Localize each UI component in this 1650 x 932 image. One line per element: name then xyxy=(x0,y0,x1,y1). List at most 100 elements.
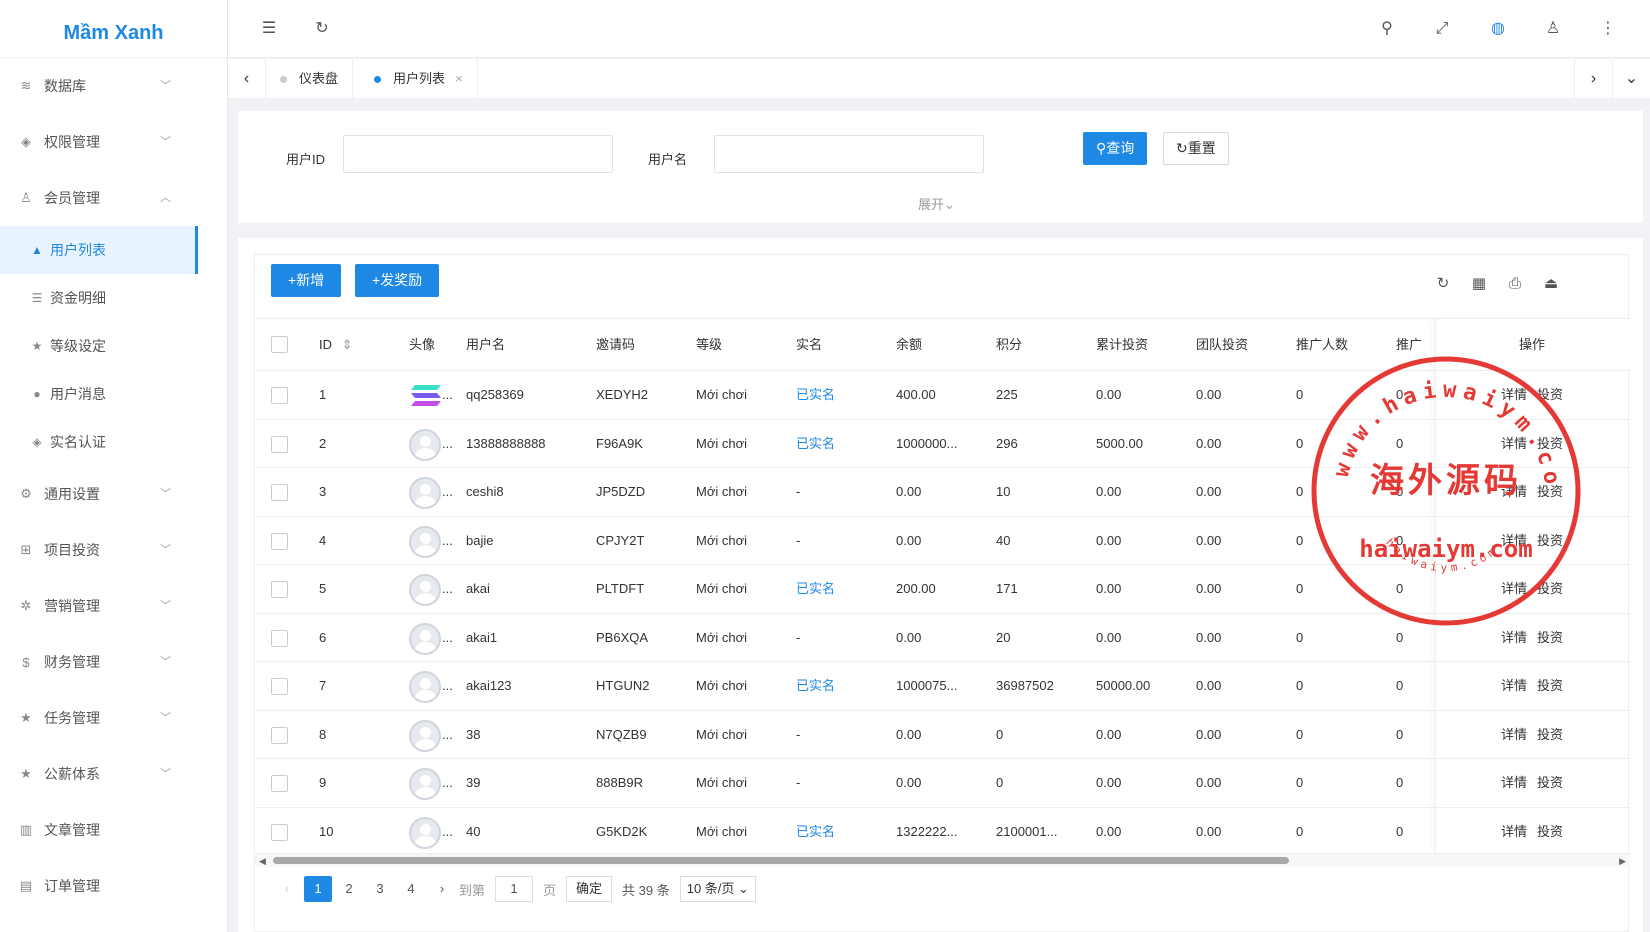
page-2[interactable]: 2 xyxy=(335,876,363,902)
tab-user-list[interactable]: 用户列表 × xyxy=(360,59,478,99)
invest-link[interactable]: 投资 xyxy=(1537,436,1563,451)
export-icon[interactable]: ⏏ xyxy=(1539,272,1563,296)
invest-link[interactable]: 投资 xyxy=(1537,581,1563,596)
tab-dashboard[interactable]: 仪表盘 xyxy=(266,59,354,99)
sort-icon[interactable]: ⇕ xyxy=(342,337,353,352)
column-header-id[interactable]: ID ⇕ xyxy=(319,319,353,371)
table-row[interactable]: 5... akai PLTDFT Mới chơi 已实名 200.00 171 0.00 0.… xyxy=(255,565,1630,614)
more-vertical-icon[interactable]: ⋮ xyxy=(1597,18,1619,40)
scroll-left-icon[interactable]: ◀ xyxy=(259,854,266,868)
table-row[interactable]: 10... 40 G5KD2K Mới chơi 已实名 1322222... 210000… xyxy=(255,808,1630,859)
detail-link[interactable]: 详情 xyxy=(1501,678,1527,693)
invest-link[interactable]: 投资 xyxy=(1537,387,1563,402)
sidebar-item-marketing[interactable]: ✲ 营销管理 ﹀ xyxy=(0,578,227,634)
select-all-checkbox[interactable] xyxy=(271,336,288,353)
table-row[interactable]: 1... qq258369 XEDYH2 Mới chơi 已实名 400.00 225 0.… xyxy=(255,371,1630,420)
page-size-select[interactable]: 10 条/页 ⌄ xyxy=(679,876,756,902)
sidebar-subitem-list[interactable]: ☰ 资金明细 xyxy=(0,274,198,322)
globe-icon[interactable]: ◍ xyxy=(1487,18,1509,40)
refresh-icon[interactable]: ↻ xyxy=(311,18,333,40)
invest-link[interactable]: 投资 xyxy=(1537,727,1563,742)
table-row[interactable]: 2... 13888888888 F96A9K Mới chơi 已实名 1000000.… xyxy=(255,420,1630,471)
detail-link[interactable]: 详情 xyxy=(1501,630,1527,645)
row-checkbox[interactable] xyxy=(271,823,288,841)
table-row[interactable]: 7... akai123 HTGUN2 Mới chơi 已实名 1000075... 36… xyxy=(255,662,1630,711)
user-icon[interactable]: ♙ xyxy=(1542,18,1564,40)
fullscreen-icon[interactable]: ⤢ xyxy=(1431,18,1453,40)
row-checkbox[interactable] xyxy=(271,678,288,695)
tabs-next-icon[interactable]: › xyxy=(1574,59,1612,99)
realname-cell[interactable]: 已实名 xyxy=(796,565,835,616)
sidebar-subitem-user-fill[interactable]: ▲ 用户列表 xyxy=(0,226,198,274)
realname-cell[interactable]: 已实名 xyxy=(796,371,835,422)
row-checkbox[interactable] xyxy=(271,435,288,453)
page-4[interactable]: 4 xyxy=(397,876,425,902)
row-checkbox[interactable] xyxy=(271,581,288,598)
scroll-right-icon[interactable]: ▶ xyxy=(1619,854,1626,868)
row-checkbox[interactable] xyxy=(271,629,288,647)
sidebar-subitem-message[interactable]: ● 用户消息 xyxy=(0,370,198,418)
sidebar-item-stack[interactable]: ≋ 数据库 ﹀ xyxy=(0,58,227,114)
page-3[interactable]: 3 xyxy=(366,876,394,902)
menu-fold-icon[interactable]: ☰ xyxy=(258,18,280,40)
reward-button[interactable]: +发奖励 xyxy=(355,264,440,297)
tabs-prev-icon[interactable]: ‹ xyxy=(228,59,266,99)
row-checkbox[interactable] xyxy=(271,387,288,404)
detail-link[interactable]: 详情 xyxy=(1501,775,1527,790)
table-row[interactable]: 6... akai1 PB6XQA Mới chơi - 0.00 20 0.00 0.00 0 0 xyxy=(255,614,1630,662)
username-input[interactable] xyxy=(714,135,984,173)
invest-link[interactable]: 投资 xyxy=(1537,533,1563,548)
tabs-dropdown-icon[interactable]: ⌄ xyxy=(1612,59,1650,99)
sidebar-item-shield[interactable]: ◈ 权限管理 ﹀ xyxy=(0,114,227,170)
query-button[interactable]: ⚲查询 xyxy=(1083,132,1148,165)
goto-confirm-button[interactable]: 确定 xyxy=(566,876,613,902)
sidebar-subitem-verify[interactable]: ◈ 实名认证 xyxy=(0,418,198,466)
sidebar-item-star[interactable]: ★ 公薪体系 ﹀ xyxy=(0,746,227,802)
goto-page-input[interactable]: 1 xyxy=(495,876,534,902)
sidebar-item-user[interactable]: ♙ 会员管理 ︿ xyxy=(0,170,227,226)
invest-link[interactable]: 投资 xyxy=(1537,484,1563,499)
table-row[interactable]: 3... ceshi8 JP5DZD Mới chơi - 0.00 10 0.00 0.00 0… xyxy=(255,468,1630,517)
sidebar-item-gear[interactable]: ⚙ 通用设置 ﹀ xyxy=(0,466,227,522)
detail-link[interactable]: 详情 xyxy=(1501,581,1527,596)
row-checkbox[interactable] xyxy=(271,726,288,744)
add-button[interactable]: +新增 xyxy=(271,264,342,297)
user-id-input[interactable] xyxy=(343,135,613,173)
realname-cell[interactable]: 已实名 xyxy=(796,808,835,859)
expand-toggle[interactable]: 展开⌄ xyxy=(918,194,955,213)
detail-link[interactable]: 详情 xyxy=(1501,387,1527,402)
horizontal-scrollbar[interactable]: ◀ ▶ xyxy=(255,853,1630,867)
detail-link[interactable]: 详情 xyxy=(1501,533,1527,548)
invest-link[interactable]: 投资 xyxy=(1537,775,1563,790)
detail-link[interactable]: 详情 xyxy=(1501,727,1527,742)
close-icon[interactable]: × xyxy=(455,59,463,99)
table-row[interactable]: 8... 38 N7QZB9 Mới chơi - 0.00 0 0.00 0.00 0 0 xyxy=(255,711,1630,759)
detail-link[interactable]: 详情 xyxy=(1501,824,1527,839)
columns-icon[interactable]: ▦ xyxy=(1467,272,1491,296)
row-checkbox[interactable] xyxy=(271,532,288,550)
next-page-icon[interactable]: › xyxy=(428,876,456,902)
sidebar-item-dollar[interactable]: $ 财务管理 ﹀ xyxy=(0,634,227,690)
sidebar-item-star[interactable]: ★ 任务管理 ﹀ xyxy=(0,690,227,746)
reset-button[interactable]: ↻重置 xyxy=(1163,132,1229,165)
scrollbar-thumb[interactable] xyxy=(273,857,1289,864)
table-row[interactable]: 4... bajie CPJY2T Mới chơi - 0.00 40 0.00 0.00 0 0 xyxy=(255,517,1630,565)
row-checkbox[interactable] xyxy=(271,775,288,792)
sidebar-item-book[interactable]: ▥ 文章管理 xyxy=(0,802,227,858)
refresh-icon[interactable]: ↻ xyxy=(1431,272,1455,296)
app-logo[interactable]: Mầm Xanh xyxy=(0,0,227,58)
invest-link[interactable]: 投资 xyxy=(1537,824,1563,839)
detail-link[interactable]: 详情 xyxy=(1501,436,1527,451)
search-icon[interactable]: ⚲ xyxy=(1376,18,1398,40)
sidebar-item-grid[interactable]: ⊞ 项目投资 ﹀ xyxy=(0,522,227,578)
row-checkbox[interactable] xyxy=(271,484,288,501)
print-icon[interactable]: ⎙ xyxy=(1503,272,1527,296)
prev-page-icon[interactable]: ‹ xyxy=(273,876,301,902)
sidebar-item-clipboard[interactable]: ▤ 订单管理 xyxy=(0,858,227,914)
table-row[interactable]: 9... 39 888B9R Mới chơi - 0.00 0 0.00 0.00 0 0 xyxy=(255,759,1630,808)
realname-cell[interactable]: 已实名 xyxy=(796,662,835,713)
page-1[interactable]: 1 xyxy=(304,876,332,902)
realname-cell[interactable]: 已实名 xyxy=(796,420,835,471)
invest-link[interactable]: 投资 xyxy=(1537,678,1563,693)
sidebar-subitem-star[interactable]: ★ 等级设定 xyxy=(0,322,198,370)
